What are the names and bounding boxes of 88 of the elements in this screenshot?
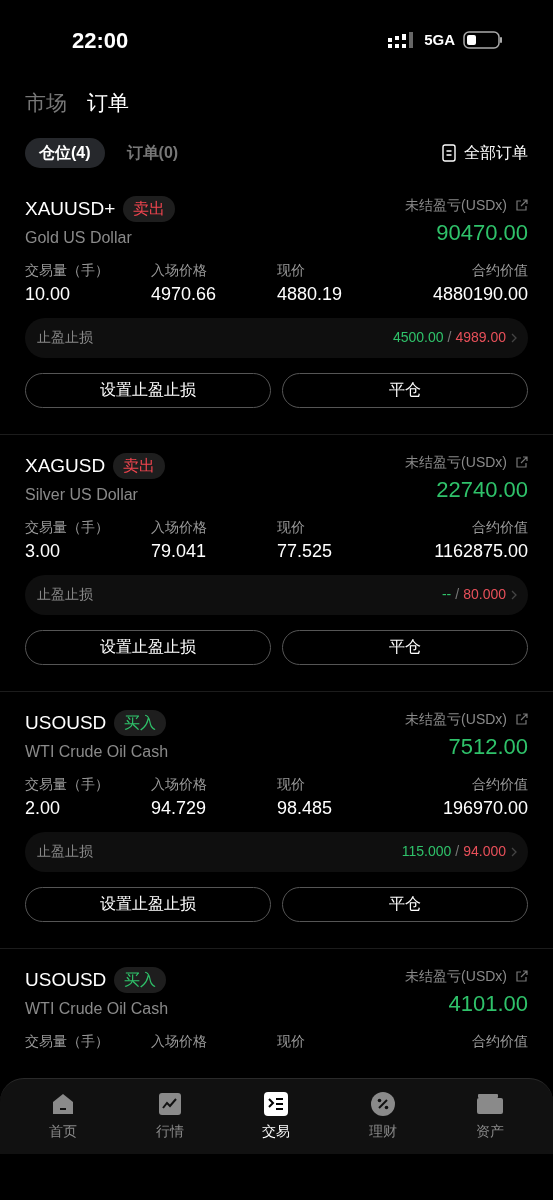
pnl-label: 未结盈亏(USDx) [405, 196, 507, 215]
stat-value: 4880190.00 [432, 282, 528, 306]
stat-label: 现价 [277, 260, 306, 280]
instrument-name: WTI Crude Oil Cash [25, 998, 169, 1019]
stat-label: 现价 [277, 1031, 306, 1051]
stat-label: 现价 [277, 774, 306, 794]
stat-label: 入场价格 [151, 1031, 208, 1051]
stat-label: 合约价值 [472, 774, 528, 794]
separator: / [455, 585, 460, 604]
stat-label: 交易量（手） [25, 260, 110, 280]
terminal-icon [263, 1091, 290, 1117]
pnl-value: 7512.00 [448, 733, 528, 761]
stat-value: 10.00 [25, 282, 72, 306]
percent-icon [370, 1091, 397, 1117]
symbol-label: USOUSD [25, 711, 107, 735]
wallet-icon [475, 1091, 504, 1117]
stat-label: 入场价格 [151, 774, 208, 794]
side-badge: 卖出 [123, 196, 176, 223]
stat-label: 交易量（手） [25, 774, 110, 794]
sub-tab[interactable]: 订单(0) [112, 138, 193, 168]
separator: / [447, 328, 452, 347]
header-tab[interactable]: 订单 [87, 86, 129, 119]
battery-icon [463, 31, 503, 49]
side-badge: 买入 [114, 710, 167, 737]
nav-tab[interactable]: 首页 [23, 1091, 104, 1142]
stat-value: 2.00 [25, 796, 62, 820]
side-badge: 买入 [114, 967, 167, 994]
pnl-label: 未结盈亏(USDx) [405, 710, 507, 729]
stop-loss-value: 4989.00 [455, 328, 506, 347]
external-link-icon[interactable] [515, 199, 528, 212]
pnl-label: 未结盈亏(USDx) [405, 453, 507, 472]
stat-value: 196970.00 [442, 796, 528, 820]
instrument-name: Gold US Dollar [25, 227, 133, 248]
separator: / [455, 842, 460, 861]
tpsl-row[interactable]: 止盈止损 115.000 / 94.000 [25, 831, 528, 872]
stat-label: 入场价格 [151, 260, 208, 280]
stat-label: 交易量（手） [25, 517, 110, 537]
take-profit-value: 4500.00 [392, 328, 444, 347]
pnl-value: 4101.00 [448, 990, 528, 1018]
nav-tab[interactable]: 行情 [129, 1091, 210, 1142]
tpsl-label: 止盈止损 [37, 328, 93, 347]
nav-tab[interactable]: 资产 [449, 1091, 530, 1142]
stat-label: 合约价值 [472, 517, 528, 537]
stop-loss-value: 80.000 [463, 585, 506, 604]
instrument-name: Silver US Dollar [25, 484, 139, 505]
take-profit-value: -- [441, 585, 452, 604]
stat-label: 入场价格 [151, 517, 208, 537]
header-tab[interactable]: 市场 [25, 86, 67, 119]
chart-icon [156, 1091, 183, 1117]
side-badge: 卖出 [113, 453, 166, 480]
stat-label: 交易量（手） [25, 1031, 110, 1051]
network-label: 5GA [424, 29, 455, 50]
sub-tab[interactable]: 仓位(4) [25, 138, 105, 168]
stat-value: 98.485 [277, 796, 334, 820]
stat-value: 94.729 [151, 796, 208, 820]
take-profit-value: 115.000 [401, 842, 452, 861]
stat-value: 4880.19 [277, 282, 344, 306]
status-time: 22:00 [72, 26, 129, 55]
pnl-label: 未结盈亏(USDx) [405, 967, 507, 986]
tpsl-row[interactable]: 止盈止损 4500.00 / 4989.00 [25, 317, 528, 358]
pnl-value: 22740.00 [436, 476, 528, 504]
external-link-icon[interactable] [515, 456, 528, 469]
tpsl-label: 止盈止损 [37, 585, 93, 604]
tpsl-row[interactable]: 止盈止损 -- / 80.000 [25, 574, 528, 615]
symbol-label: XAGUSD [25, 454, 106, 478]
stat-value: 4970.66 [151, 282, 218, 306]
instrument-name: WTI Crude Oil Cash [25, 741, 169, 762]
stat-value: 3.00 [25, 539, 62, 563]
chevron-right-icon [510, 331, 518, 344]
symbol-label: USOUSD [25, 968, 107, 992]
nav-tab[interactable]: 理财 [343, 1091, 424, 1142]
symbol-label: XAUUSD+ [25, 197, 116, 221]
document-icon [442, 144, 456, 162]
stat-label: 合约价值 [472, 260, 528, 280]
pnl-value: 90470.00 [436, 219, 528, 247]
stat-label: 现价 [277, 517, 306, 537]
all-orders-link[interactable]: 全部订单 [464, 141, 528, 165]
tpsl-label: 止盈止损 [37, 842, 93, 861]
stat-value: 79.041 [151, 539, 208, 563]
external-link-icon[interactable] [515, 713, 528, 726]
stop-loss-value: 94.000 [463, 842, 506, 861]
chevron-right-icon [510, 845, 518, 858]
stat-label: 合约价值 [472, 1031, 528, 1051]
stat-value: 1162875.00 [434, 539, 528, 563]
nav-tab[interactable]: 交易 [236, 1091, 317, 1142]
chevron-right-icon [510, 588, 518, 601]
stat-value: 77.525 [277, 539, 334, 563]
external-link-icon[interactable] [515, 970, 528, 983]
